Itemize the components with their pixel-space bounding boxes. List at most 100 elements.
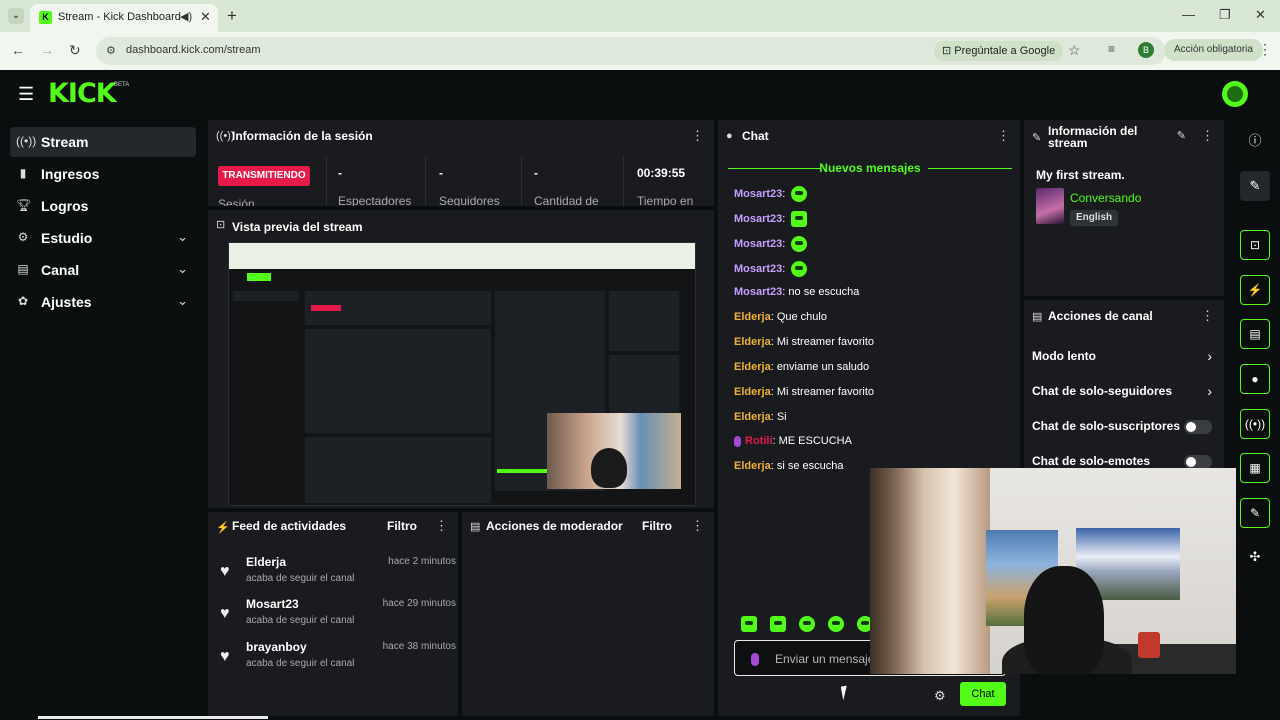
chat-username[interactable]: Elderja <box>734 311 771 323</box>
document-icon[interactable]: ▤ <box>1240 319 1270 349</box>
emotes-only-toggle[interactable] <box>1184 455 1212 469</box>
site-info-icon[interactable]: ⚙ <box>106 44 116 57</box>
bookmark-star-icon[interactable]: ☆ <box>1068 42 1081 59</box>
address-bar[interactable]: ⚙ dashboard.kick.com/stream ⊡ Pregúntale… <box>96 37 1166 65</box>
chat-username[interactable]: Mosart23 <box>734 188 782 200</box>
back-icon[interactable]: ← <box>11 42 25 58</box>
chat-username[interactable]: Elderja <box>734 460 771 472</box>
chat-username[interactable]: Mosart23 <box>734 238 782 250</box>
restore-icon[interactable]: ❐ <box>1219 7 1231 23</box>
browser-tab[interactable]: K Stream - Kick Dashboard ◀) ✕ <box>30 4 218 32</box>
preview-icon: ⊡ <box>216 219 226 231</box>
microphone-icon[interactable] <box>751 653 759 666</box>
chat-username[interactable]: Rotili <box>745 435 773 447</box>
subscribers-only-toggle[interactable] <box>1184 420 1212 434</box>
profile-avatar[interactable]: B <box>1138 42 1154 58</box>
horizontal-scrollbar[interactable] <box>38 716 268 719</box>
preview-info <box>609 291 679 351</box>
emote-icon[interactable] <box>799 615 815 632</box>
preview-toggle-icon[interactable]: ⊡ <box>1240 230 1270 260</box>
broadcast-icon[interactable]: ((•)) <box>1240 409 1270 439</box>
lightning-icon[interactable]: ⚡ <box>1240 275 1270 305</box>
sidebar-item-logros[interactable]: 🏆︎ Logros <box>10 191 196 221</box>
emote-icon[interactable] <box>770 615 786 632</box>
stat-followers: - Seguidores <box>439 156 519 206</box>
webcam-overlay <box>870 468 1236 674</box>
reload-icon[interactable]: ↻ <box>69 42 81 59</box>
more-options-icon[interactable]: ⋮ <box>997 128 1010 144</box>
chat-username[interactable]: Mosart23 <box>734 213 782 225</box>
emote-icon[interactable] <box>741 615 757 632</box>
edit-pencil-icon[interactable]: ✎ <box>1177 129 1186 142</box>
panel-header: ● Chat ⋮ <box>718 120 1020 152</box>
user-avatar[interactable] <box>1222 81 1248 107</box>
add-widget-icon[interactable]: ✣ <box>1240 542 1270 572</box>
filter-button[interactable]: Filtro <box>387 519 417 533</box>
menu-icon[interactable]: ☰ <box>18 84 34 105</box>
info-icon[interactable]: ⓘ <box>1240 126 1270 156</box>
stream-preview-video[interactable] <box>228 242 696 506</box>
activity-text: acaba de seguir el canal <box>246 615 355 626</box>
window-close-icon[interactable]: ✕ <box>1255 7 1266 23</box>
moderator-actions-panel: ▤ Acciones de moderador Filtro ⋮ <box>462 512 714 716</box>
emote-icon <box>791 261 808 277</box>
follower-name[interactable]: Mosart23 <box>246 597 299 611</box>
chat-message: Elderja: Si <box>734 411 787 429</box>
app-header: ☰ KICK BETA <box>0 70 1280 118</box>
speaker-icon[interactable]: ◀) <box>180 10 192 23</box>
more-options-icon[interactable]: ⋮ <box>1201 128 1214 144</box>
close-tab-icon[interactable]: ✕ <box>200 9 211 25</box>
category-name[interactable]: Conversando <box>1070 191 1141 205</box>
chat-username[interactable]: Mosart23 <box>734 286 782 298</box>
follower-name[interactable]: brayanboy <box>246 640 307 654</box>
url-text[interactable]: dashboard.kick.com/stream <box>126 44 261 56</box>
panel-header: ⊡ Vista previa del stream <box>208 210 714 236</box>
new-tab-button[interactable]: + <box>227 6 237 26</box>
sidebar-item-estudio[interactable]: ⚙ Estudio ⌄ <box>10 223 196 253</box>
extensions-icon[interactable]: ≡ <box>1108 42 1115 56</box>
activity-text: acaba de seguir el canal <box>246 658 355 669</box>
update-required-button[interactable]: Acción obligatoria <box>1164 39 1263 61</box>
sidebar-item-canal[interactable]: ▤ Canal ⌄ <box>10 255 196 285</box>
ask-google-button[interactable]: ⊡ Pregúntale a Google <box>934 41 1064 61</box>
more-options-icon[interactable]: ⋮ <box>1201 308 1214 324</box>
more-options-icon[interactable]: ⋮ <box>691 518 704 534</box>
list-item: ♥ Mosart23 acaba de seguir el canal hace… <box>220 597 456 637</box>
action-label: Chat de solo-suscriptores <box>1032 419 1181 433</box>
chat-text: Si <box>776 411 787 423</box>
wrench-icon[interactable]: ✎ <box>1240 498 1270 528</box>
send-chat-button[interactable]: Chat <box>960 682 1006 706</box>
preview-sidebar-item <box>233 291 299 301</box>
more-options-icon[interactable]: ⋮ <box>435 518 448 534</box>
forward-icon[interactable]: → <box>40 42 54 58</box>
chat-settings-icon[interactable]: ⚙ <box>934 688 946 704</box>
browser-menu-icon[interactable]: ⋮ <box>1258 41 1272 58</box>
chat-message: Elderja: si se escucha <box>734 460 843 478</box>
chat-username[interactable]: Mosart23 <box>734 263 782 275</box>
panel-header: ▤ Acciones de moderador Filtro ⋮ <box>462 512 714 544</box>
layout-icon[interactable]: ▦ <box>1240 453 1270 483</box>
follower-name[interactable]: Elderja <box>246 555 286 569</box>
chat-username[interactable]: Elderja <box>734 336 771 348</box>
followers-only-row[interactable]: Chat de solo-seguidores › <box>1032 382 1212 402</box>
kick-logo[interactable]: KICK <box>48 78 117 109</box>
sidebar-item-ajustes[interactable]: ✿ Ajustes ⌄ <box>10 287 196 317</box>
chat-text: si se escucha <box>776 460 844 472</box>
slow-mode-row[interactable]: Modo lento › <box>1032 347 1212 367</box>
tab-list-button[interactable]: ⌄ <box>8 8 24 24</box>
sidebar-item-stream[interactable]: ((•)) Stream <box>10 127 196 157</box>
edit-icon[interactable]: ✎ <box>1240 171 1270 201</box>
emote-icon[interactable] <box>828 615 844 632</box>
chat-username[interactable]: Elderja <box>734 411 771 423</box>
filter-button[interactable]: Filtro <box>642 519 672 533</box>
chat-icon[interactable]: ● <box>1240 364 1270 394</box>
stat-value: - <box>534 166 538 180</box>
browser-toolbar: ← → ↻ ⚙ dashboard.kick.com/stream ⊡ Preg… <box>0 32 1280 70</box>
more-options-icon[interactable]: ⋮ <box>691 128 704 144</box>
chat-username[interactable]: Elderja <box>734 361 771 373</box>
action-label: Chat de solo-seguidores <box>1032 384 1173 398</box>
sidebar-item-ingresos[interactable]: ▮ Ingresos <box>10 159 196 189</box>
live-status-badge: TRANSMITIENDO <box>218 166 310 186</box>
minimize-icon[interactable]: — <box>1182 7 1195 22</box>
chat-username[interactable]: Elderja <box>734 386 771 398</box>
